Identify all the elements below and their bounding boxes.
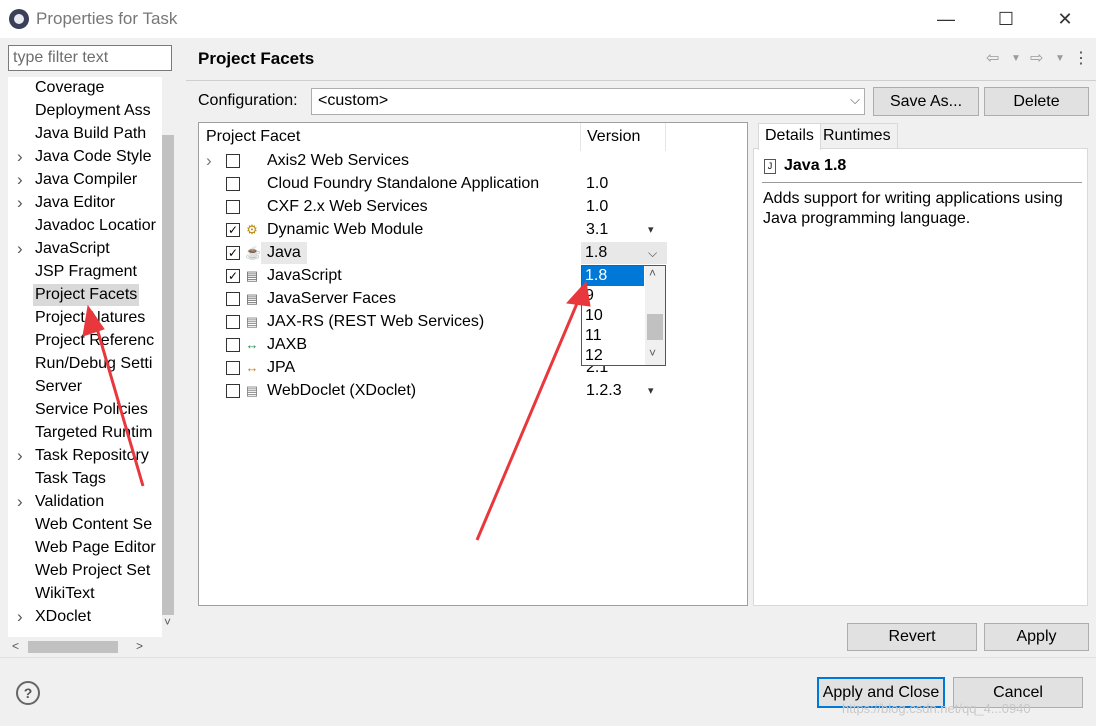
annotation-arrowhead <box>565 280 591 307</box>
annotation-arrowhead <box>82 304 105 337</box>
annotation-arrow-line <box>92 317 145 487</box>
annotation-arrows <box>82 280 591 541</box>
annotation-arrow-line <box>475 293 583 541</box>
